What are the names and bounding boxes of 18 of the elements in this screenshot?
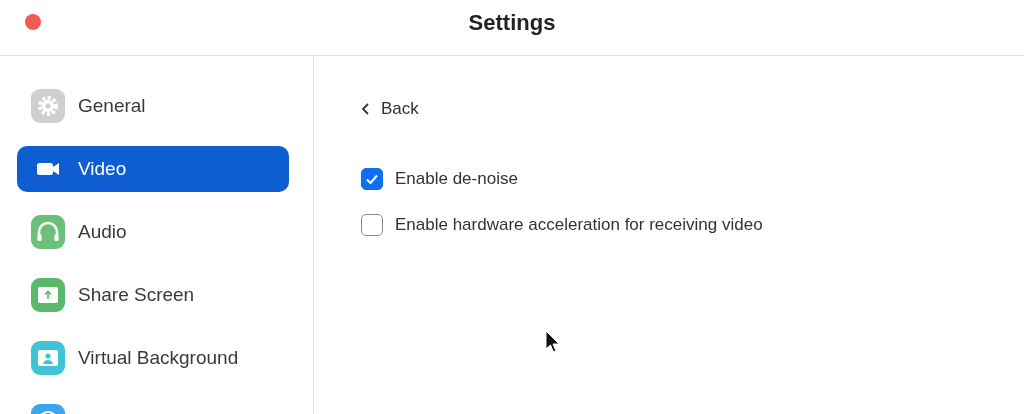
sidebar-item[interactable]: Virtual Background [17,335,289,381]
headphones-icon [31,215,65,249]
sidebar-item[interactable]: Audio [17,209,289,255]
option-label: Enable de-noise [395,169,518,189]
sidebar-item[interactable]: General [17,83,289,129]
checkbox[interactable] [361,168,383,190]
window-title: Settings [468,9,556,36]
chevron-left-icon [361,102,371,116]
mouse-pointer-icon [545,330,561,354]
person-icon [31,341,65,375]
settings-icon [31,89,65,123]
close-button[interactable] [25,14,41,30]
checkbox[interactable] [361,214,383,236]
share-screen-icon [31,278,65,312]
sidebar-item[interactable]: Video [17,146,289,192]
option-label: Enable hardware acceleration for receiving video [395,215,763,235]
back-link[interactable]: Back [361,99,419,119]
sidebar-item[interactable]: Share Screen [17,272,289,318]
